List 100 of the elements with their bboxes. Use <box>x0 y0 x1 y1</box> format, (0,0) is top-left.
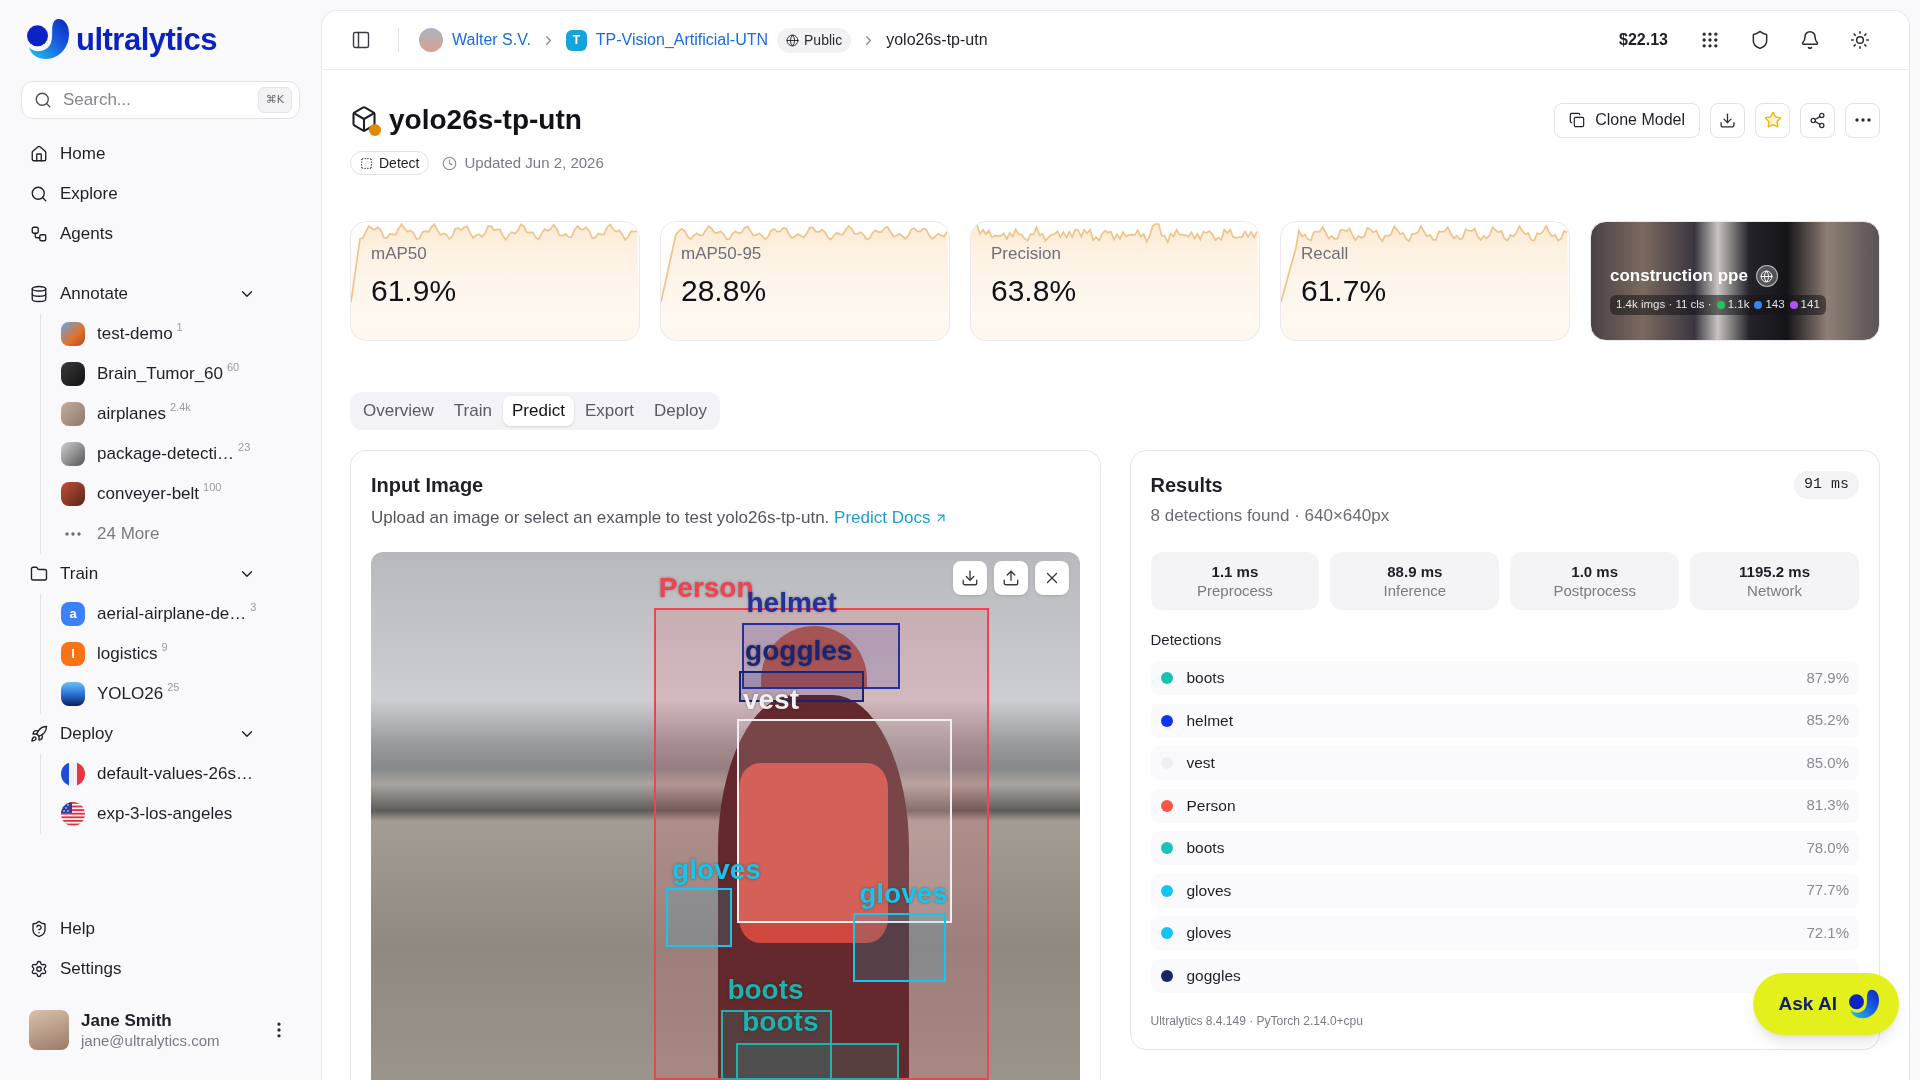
metric-label: mAP50 <box>371 243 428 265</box>
ask-ai-button[interactable]: Ask AI <box>1752 973 1899 1035</box>
search-icon <box>34 91 52 109</box>
item-count: 2.4k <box>170 402 191 414</box>
sidebar-item[interactable]: airplanes 2.4k <box>61 394 300 434</box>
section-label: Detections <box>1150 630 1223 650</box>
dataset-name: construction ppe <box>1610 265 1748 287</box>
breadcrumb-link[interactable]: Walter S.V. <box>452 28 531 52</box>
nav-item[interactable]: Help <box>21 909 300 949</box>
metric-value: 28.8% <box>681 273 768 309</box>
detection-label: boots <box>727 975 804 1004</box>
notification-bell-icon[interactable] <box>1800 30 1820 50</box>
detection-name: helmet <box>1186 710 1234 731</box>
dataset-summary: 1.4k imgs · 11 cls · <box>1616 297 1712 313</box>
detection-name: gloves <box>1186 923 1232 944</box>
timing-value: 1.0 ms <box>1571 561 1619 581</box>
section-header[interactable]: Train <box>21 554 300 594</box>
card-title: Results <box>1150 473 1223 498</box>
user-avatar <box>29 1010 69 1050</box>
rocket-icon <box>30 725 48 743</box>
class-count: 143 <box>1765 297 1785 313</box>
class-count: 1.1k <box>1727 297 1750 313</box>
confidence-value: 78.0% <box>1806 837 1849 858</box>
detection-label: gloves <box>859 880 948 909</box>
database-icon <box>30 285 48 303</box>
tab[interactable]: Train <box>444 396 501 426</box>
user-email: jane@ultralytics.com <box>81 1030 221 1051</box>
detection-name: Person <box>1186 795 1236 816</box>
dataset-thumbnail <box>61 402 85 426</box>
confidence-value: 81.3% <box>1806 795 1849 816</box>
download-icon <box>960 569 979 587</box>
tab[interactable]: Deploy <box>645 396 716 426</box>
detection-name: boots <box>1186 668 1225 689</box>
updated-text: Updated Jun 2, 2026 <box>464 152 604 173</box>
metric-label: Recall <box>1301 243 1350 265</box>
share-button[interactable] <box>1800 102 1835 138</box>
sidebar-item[interactable]: package-detecti… 23 <box>61 434 300 474</box>
dashed-square-icon <box>360 156 373 170</box>
item-count: 100 <box>203 482 222 494</box>
breadcrumb-current: yolo26s-tp-utn <box>886 30 988 50</box>
shield-icon[interactable] <box>1750 30 1770 50</box>
timing-label: Preprocess <box>1197 580 1273 601</box>
version-text: Ultralytics 8.4.149 · PyTorch 2.14.0+cpu <box>1150 1012 1364 1029</box>
nav-item[interactable]: Explore <box>21 174 300 214</box>
detection-name: goggles <box>1186 965 1241 986</box>
sidebar-item[interactable]: YOLO26 25 <box>61 674 300 714</box>
project-thumbnail <box>61 682 85 706</box>
detection-name: gloves <box>1186 880 1232 901</box>
download-icon <box>1719 111 1736 129</box>
breadcrumb-link[interactable]: TP-Vision_Artificial-UTN <box>595 28 769 52</box>
sidebar-item[interactable]: conveyer-belt 100 <box>61 474 300 514</box>
confidence-value: 85.2% <box>1806 710 1849 731</box>
card-title: Input Image <box>371 473 485 498</box>
nav-item[interactable]: Settings <box>21 949 300 989</box>
sidebar-item[interactable]: exp-3-los-angeles <box>61 794 300 834</box>
section-header[interactable]: Deploy <box>21 714 300 754</box>
class-count: 141 <box>1800 297 1820 313</box>
tab[interactable]: Export <box>575 396 644 426</box>
latency-badge: 91 ms <box>1794 471 1859 499</box>
show-more-item[interactable]: 24 More <box>61 514 300 554</box>
sidebar-item[interactable]: default-values-26s… <box>61 754 300 794</box>
item-count: 60 <box>227 362 240 374</box>
star-button[interactable] <box>1755 102 1790 138</box>
cube-icon <box>350 104 378 133</box>
upload-icon <box>1001 569 1020 587</box>
metric-label: mAP50-95 <box>681 243 763 265</box>
detection-name: boots <box>1186 838 1225 859</box>
confidence-value: 85.0% <box>1806 752 1849 773</box>
sun-icon[interactable] <box>1850 30 1870 50</box>
item-count: 23 <box>238 442 251 454</box>
sidebar-toggle-icon[interactable] <box>351 30 371 50</box>
timing-label: Network <box>1747 580 1803 601</box>
confidence-value: 77.7% <box>1806 880 1849 901</box>
project-avatar: T <box>565 29 587 51</box>
section-header[interactable]: Annotate <box>21 274 300 314</box>
timing-label: Inference <box>1383 580 1447 601</box>
ellipsis-icon <box>65 532 81 536</box>
nav-item[interactable]: Agents <box>21 214 300 254</box>
sidebar-item[interactable]: Brain_Tumor_60 60 <box>61 354 300 394</box>
copy-icon <box>1569 112 1586 128</box>
globe-icon <box>1755 265 1778 287</box>
timing-value: 1195.2 ms <box>1739 561 1810 581</box>
visibility-badge: Public <box>777 27 852 53</box>
logo-icon <box>1849 989 1879 1019</box>
sidebar-item[interactable]: a aerial-airplane-de… 3 <box>61 594 300 634</box>
clone-model-button[interactable]: Clone Model <box>1554 102 1700 138</box>
item-count: 25 <box>167 682 180 694</box>
upload-button[interactable] <box>993 561 1028 595</box>
more-button[interactable] <box>1845 102 1880 138</box>
sidebar-item[interactable]: test-demo 1 <box>61 314 300 354</box>
sidebar-item[interactable]: l logistics 9 <box>61 634 300 674</box>
metric-label: Precision <box>991 243 1062 265</box>
apps-grid-icon[interactable] <box>1700 30 1720 50</box>
tab[interactable]: Overview <box>354 396 443 426</box>
shortcut-hint: ⌘K <box>257 87 292 113</box>
user-name: Jane Smith <box>81 1009 173 1031</box>
download-button[interactable] <box>1710 102 1745 138</box>
download-button[interactable] <box>952 561 987 595</box>
nav-item[interactable]: Home <box>21 134 300 174</box>
tab[interactable]: Predict <box>502 396 574 426</box>
